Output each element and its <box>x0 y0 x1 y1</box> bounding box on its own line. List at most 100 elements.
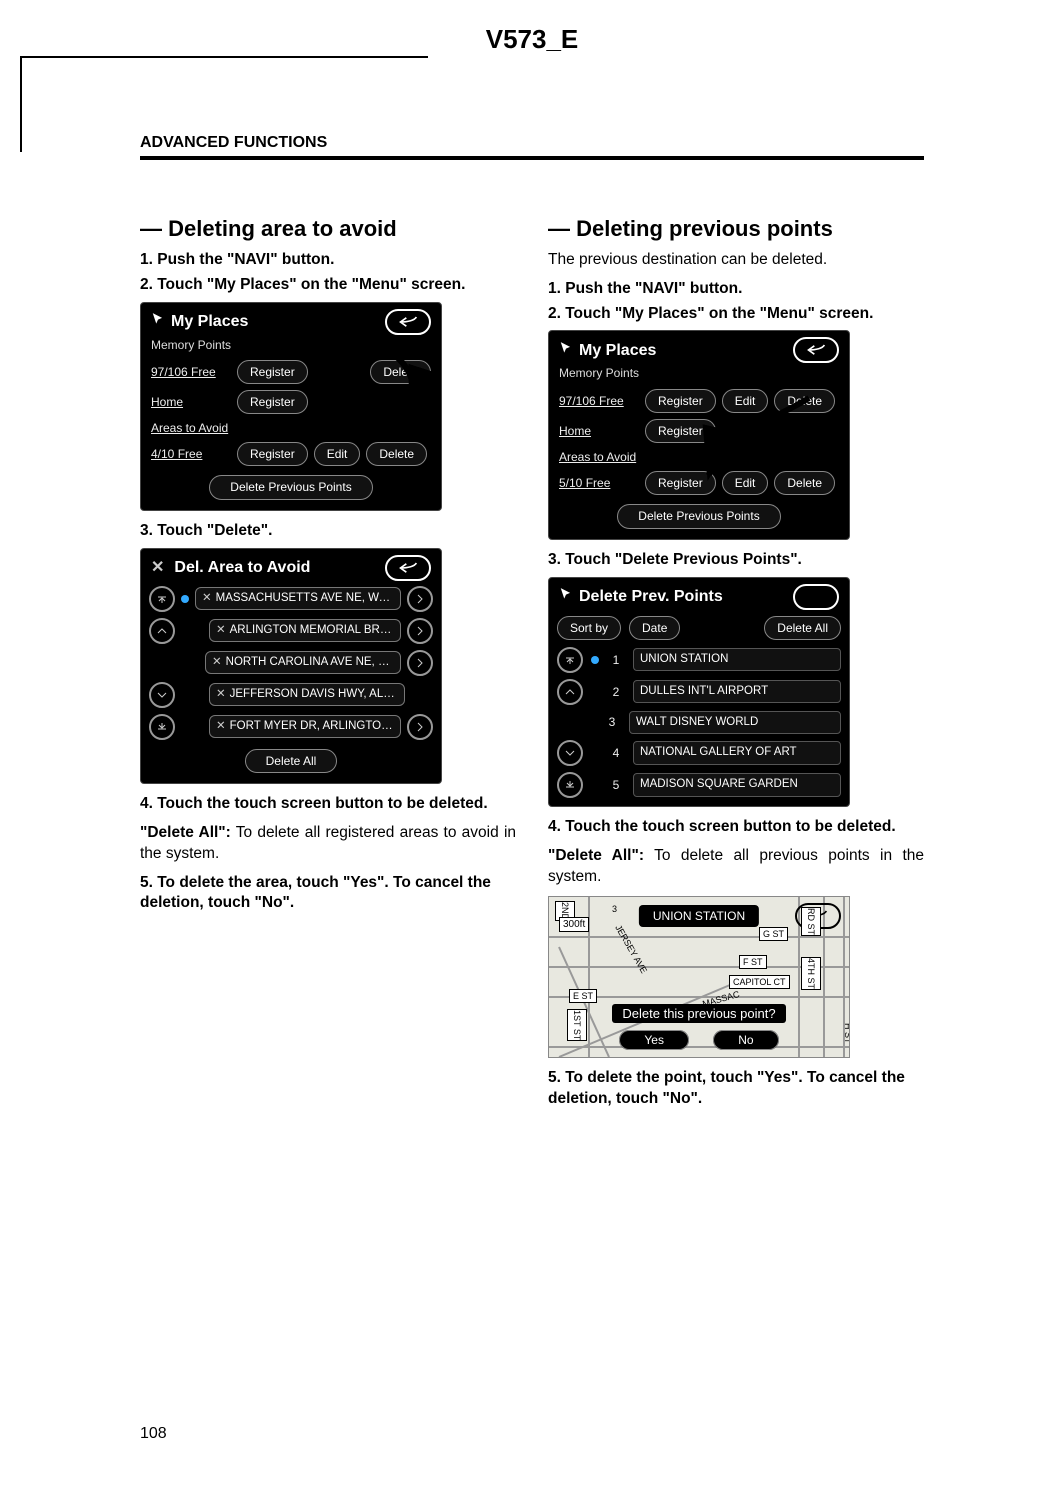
right-heading: — Deleting previous points <box>548 214 924 244</box>
delete-button[interactable]: Delete <box>370 360 431 384</box>
cursor-icon <box>559 586 573 608</box>
right-scr1: My Places Memory Points 97/106 Free Regi… <box>548 330 850 539</box>
scr-title: My Places <box>171 311 248 333</box>
gps-icon <box>181 595 189 603</box>
edit-button[interactable]: Edit <box>722 389 769 413</box>
register-button[interactable]: Register <box>645 389 716 413</box>
register-button[interactable]: Register <box>645 419 716 443</box>
scroll-top-icon[interactable] <box>557 647 583 673</box>
right-scr2: Delete Prev. Points Sort by Date Delete … <box>548 577 850 808</box>
scroll-bottom-icon[interactable] <box>557 772 583 798</box>
delete-previous-button[interactable]: Delete Previous Points <box>617 504 780 528</box>
detail-icon[interactable] <box>407 650 433 676</box>
scr-title: Delete Prev. Points <box>579 586 723 608</box>
back-icon[interactable] <box>385 555 431 581</box>
back-icon[interactable] <box>793 337 839 363</box>
left-step1: 1. Push the "NAVI" button. <box>140 250 516 271</box>
list-item[interactable]: ✕MASSACHUSETTS AVE NE, WASHINGTON, <box>195 587 401 611</box>
scroll-up-icon[interactable] <box>149 618 175 644</box>
left-delete-all-desc: "Delete All": To delete all registered a… <box>140 823 516 865</box>
map-label: 3 <box>609 903 620 915</box>
no-button[interactable]: No <box>713 1030 778 1050</box>
scroll-bottom-icon[interactable] <box>149 714 175 740</box>
delete-previous-button[interactable]: Delete Previous Points <box>209 475 372 499</box>
page-number: 108 <box>140 1425 167 1443</box>
left-scr1: My Places Memory Points 97/106 Free Regi… <box>140 302 442 511</box>
edit-button[interactable]: Edit <box>722 471 769 495</box>
delete-button[interactable]: Delete <box>366 442 427 466</box>
scroll-up-icon[interactable] <box>557 679 583 705</box>
map-scale: 300ft <box>559 917 589 933</box>
scr-title: My Places <box>579 340 656 362</box>
row-label: Home <box>559 423 639 439</box>
scroll-down-icon[interactable] <box>149 682 175 708</box>
row-label: 97/106 Free <box>151 364 231 380</box>
row-number: 5 <box>607 777 625 793</box>
list-item[interactable]: WALT DISNEY WORLD <box>629 711 841 735</box>
list-item[interactable]: ✕ARLINGTON MEMORIAL BRG, WASHINGTON <box>209 619 401 643</box>
delete-button[interactable]: Delete <box>774 471 835 495</box>
row-number: 1 <box>607 652 625 668</box>
row-label: 4/10 Free <box>151 446 231 462</box>
section-title: ADVANCED FUNCTIONS <box>140 134 327 152</box>
map-label: 4TH ST <box>801 957 821 990</box>
subheader: Memory Points <box>141 337 441 357</box>
right-step1: 1. Push the "NAVI" button. <box>548 279 924 300</box>
map-label: G ST <box>759 927 788 941</box>
left-step4: 4. Touch the touch screen button to be d… <box>140 794 516 815</box>
detail-icon[interactable] <box>407 714 433 740</box>
sort-by-button[interactable]: Sort by <box>557 616 621 640</box>
back-icon[interactable] <box>793 584 839 610</box>
row-number: 2 <box>607 684 625 700</box>
back-icon[interactable] <box>385 309 431 335</box>
map-label: RD ST <box>801 907 821 936</box>
delete-all-button[interactable]: Delete All <box>764 616 841 640</box>
list-item[interactable]: DULLES INT'L AIRPORT <box>633 680 841 704</box>
delete-button[interactable]: Delete <box>774 389 835 413</box>
register-button[interactable]: Register <box>237 390 308 414</box>
list-item[interactable]: NATIONAL GALLERY OF ART <box>633 741 841 765</box>
right-delete-all-desc: "Delete All": To delete all previous poi… <box>548 846 924 888</box>
register-button[interactable]: Register <box>237 442 308 466</box>
right-step4: 4. Touch the touch screen button to be d… <box>548 817 924 838</box>
list-item[interactable]: ✕NORTH CAROLINA AVE NE, WASHINGTON, <box>205 651 401 675</box>
left-step3: 3. Touch "Delete". <box>140 521 516 542</box>
left-step5: 5. To delete the area, touch "Yes". To c… <box>140 873 516 915</box>
right-step5: 5. To delete the point, touch "Yes". To … <box>548 1068 924 1110</box>
gps-icon <box>591 656 599 664</box>
left-heading: — Deleting area to avoid <box>140 214 516 244</box>
yes-button[interactable]: Yes <box>619 1030 689 1050</box>
list-item[interactable]: UNION STATION <box>633 648 841 672</box>
cursor-icon <box>151 311 165 333</box>
scroll-top-icon[interactable] <box>149 586 175 612</box>
map-screenshot: 2ND 3 300ft UNION STATION G ST RD ST F S… <box>548 896 850 1058</box>
x-icon: ✕ <box>151 557 164 579</box>
list-item[interactable]: MADISON SQUARE GARDEN <box>633 773 841 797</box>
row-number: 3 <box>603 714 621 730</box>
left-step2: 2. Touch "My Places" on the "Menu" scree… <box>140 275 516 296</box>
left-scr2: ✕Del. Area to Avoid ✕MASSACHUSETTS AVE N… <box>140 548 442 784</box>
detail-icon[interactable] <box>407 618 433 644</box>
edge-rule <box>20 56 22 152</box>
left-column: — Deleting area to avoid 1. Push the "NA… <box>140 214 516 1114</box>
right-step2: 2. Touch "My Places" on the "Menu" scree… <box>548 304 924 325</box>
scroll-down-icon[interactable] <box>557 740 583 766</box>
delete-all-button[interactable]: Delete All <box>245 749 338 773</box>
map-label: E ST <box>569 989 597 1003</box>
detail-icon[interactable] <box>407 586 433 612</box>
register-button[interactable]: Register <box>237 360 308 384</box>
register-button[interactable]: Register <box>645 471 716 495</box>
row-number: 4 <box>607 745 625 761</box>
sort-date-button[interactable]: Date <box>629 616 680 640</box>
list-item[interactable]: ✕FORT MYER DR, ARLINGTON COUNTY, UNI <box>209 715 401 739</box>
section-rule <box>140 156 924 160</box>
cursor-icon <box>559 340 573 362</box>
row-label: Areas to Avoid <box>559 449 636 465</box>
row-label: 97/106 Free <box>559 393 639 409</box>
doc-id: V573_E <box>0 24 1064 55</box>
map-prompt: Delete this previous point? <box>549 1005 849 1023</box>
list-item[interactable]: ✕JEFFERSON DAVIS HWY, ALEXANDRIA, VA <box>209 683 405 707</box>
right-intro: The previous destination can be deleted. <box>548 250 924 271</box>
edit-button[interactable]: Edit <box>314 442 361 466</box>
map-title: UNION STATION <box>639 905 759 927</box>
